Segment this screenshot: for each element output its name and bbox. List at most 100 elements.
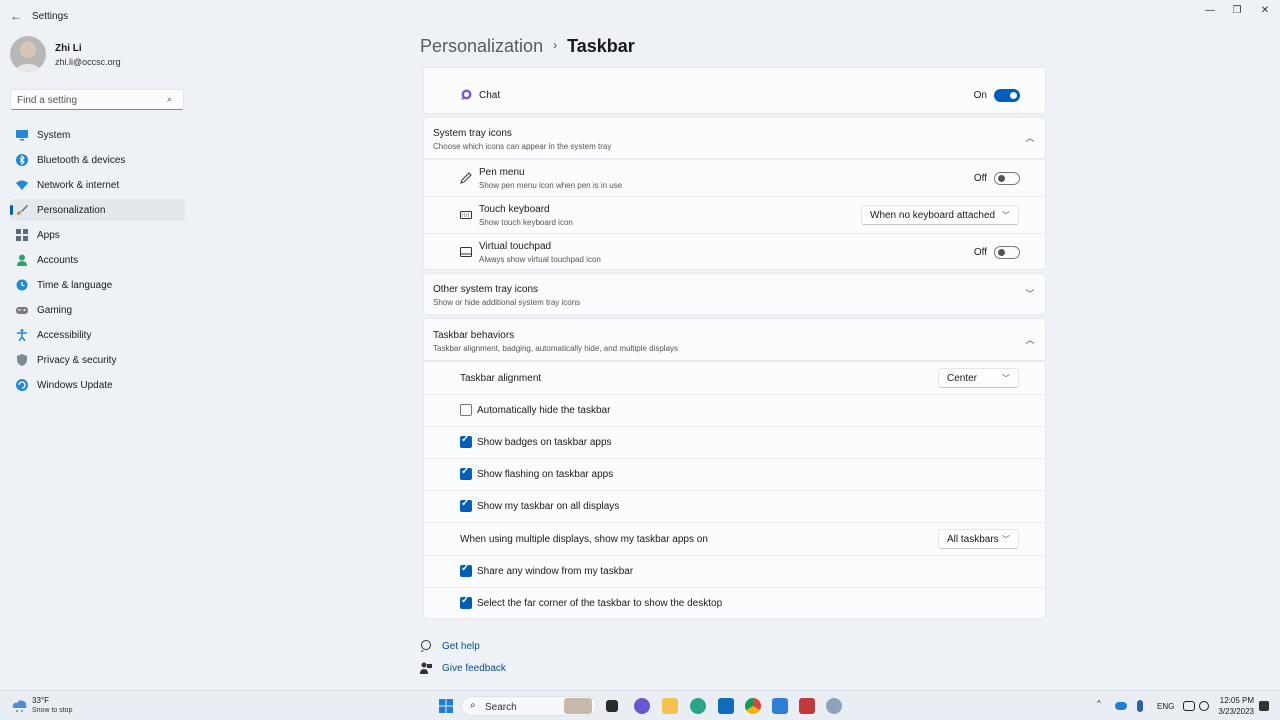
windows-start-icon[interactable] [438, 698, 454, 714]
chat-toggle[interactable] [994, 89, 1020, 102]
other-tray-icons-header[interactable]: Other system tray icons Show or hide add… [423, 273, 1046, 315]
chat-icon [461, 89, 472, 100]
notification-icon[interactable] [1259, 701, 1269, 711]
sidebar-item-accessibility[interactable]: Accessibility [10, 324, 185, 346]
chevron-down-icon: ﹀ [1002, 374, 1010, 383]
photos-icon[interactable] [772, 698, 788, 714]
chat-toggle-state: On [973, 90, 987, 101]
all-displays-label: Show my taskbar on all displays [477, 501, 620, 512]
badges-checkbox[interactable] [460, 434, 472, 448]
task-view-icon[interactable] [606, 700, 618, 712]
microphone-icon[interactable] [1137, 700, 1143, 712]
chat-row: Chat On [423, 67, 1046, 114]
behaviors-subtitle: Taskbar alignment, badging, automaticall… [433, 344, 679, 353]
touchpad-icon [460, 247, 472, 257]
settings-gear-icon[interactable] [826, 698, 842, 714]
breadcrumb-parent[interactable]: Personalization [420, 36, 543, 56]
far-corner-row: Select the far corner of the taskbar to … [423, 587, 1046, 619]
onedrive-icon[interactable] [1115, 702, 1127, 710]
avatar [10, 36, 46, 72]
alignment-dropdown[interactable]: Center ﹀ [938, 368, 1019, 388]
system-tray-header[interactable]: System tray icons Choose which icons can… [423, 117, 1046, 159]
sidebar-item-network[interactable]: Network & internet [10, 174, 185, 196]
search-icon[interactable]: ⌕ [167, 94, 177, 104]
badges-row: Show badges on taskbar apps [423, 426, 1046, 458]
touch-keyboard-dropdown[interactable]: When no keyboard attached ﹀ [861, 205, 1019, 225]
volume-icon[interactable] [1199, 701, 1209, 711]
minimize-button[interactable]: — [1199, 4, 1221, 18]
touch-keyboard-row: Touch keyboard Show touch keyboard icon … [423, 196, 1046, 233]
auto-hide-label: Automatically hide the taskbar [477, 405, 611, 416]
share-window-checkbox[interactable] [460, 563, 472, 577]
all-displays-checkbox[interactable] [460, 498, 472, 512]
sidebar-item-label: Gaming [37, 305, 73, 316]
chevron-up-icon[interactable]: ︿ [1025, 133, 1035, 143]
sidebar-item-privacy[interactable]: Privacy & security [10, 349, 185, 371]
brush-icon [17, 205, 28, 215]
taskbar-behaviors-header[interactable]: Taskbar behaviors Taskbar alignment, bad… [423, 318, 1046, 361]
multi-display-dropdown[interactable]: All taskbars ﹀ [938, 529, 1019, 549]
alignment-label: Taskbar alignment [460, 373, 542, 384]
far-corner-checkbox[interactable] [460, 595, 472, 609]
virtual-touchpad-toggle[interactable] [994, 246, 1020, 259]
file-explorer-icon[interactable] [662, 698, 678, 714]
sidebar-item-accounts[interactable]: Accounts [10, 249, 185, 271]
back-arrow-icon[interactable]: ← [8, 8, 24, 24]
network-icon[interactable] [1183, 701, 1195, 711]
taskbar-alignment-row: Taskbar alignment Center ﹀ [423, 361, 1046, 394]
maximize-button[interactable]: ❐ [1226, 4, 1248, 18]
virtual-touchpad-row: Virtual touchpad Always show virtual tou… [423, 233, 1046, 270]
feedback-icon [420, 662, 432, 674]
flashing-row: Show flashing on taskbar apps [423, 458, 1046, 490]
sidebar-item-gaming[interactable]: Gaming [10, 299, 185, 321]
pen-menu-row: Pen menu Show pen menu icon when pen is … [423, 159, 1046, 196]
user-profile[interactable]: Zhi Li zhi.li@occsc.org [10, 36, 190, 76]
dropdown-value: Center [947, 373, 978, 384]
sidebar-item-time-language[interactable]: Time & language [10, 274, 185, 296]
help-icon [421, 640, 431, 652]
wifi-icon [16, 180, 28, 190]
auto-hide-checkbox[interactable] [460, 404, 472, 416]
chevron-down-icon: ﹀ [1002, 535, 1010, 544]
bluetooth-icon [16, 154, 28, 166]
auto-hide-row: Automatically hide the taskbar [423, 394, 1046, 426]
far-corner-label: Select the far corner of the taskbar to … [477, 598, 723, 609]
chevron-down-icon: ﹀ [1002, 211, 1010, 220]
pen-menu-subtitle: Show pen menu icon when pen is in use [479, 181, 623, 190]
chevron-up-icon[interactable]: ︿ [1025, 335, 1035, 345]
widgets-icon[interactable] [564, 698, 592, 714]
sidebar-item-system[interactable]: System [10, 124, 185, 146]
tray-overflow-chevron-icon[interactable]: ^ [1097, 699, 1101, 708]
sidebar-item-personalization[interactable]: Personalization [10, 199, 185, 221]
chat-app-icon[interactable] [634, 698, 650, 714]
apps-icon [16, 229, 28, 241]
search-input[interactable] [11, 91, 161, 110]
sidebar-item-windows-update[interactable]: Windows Update [10, 374, 185, 396]
sidebar-nav: System Bluetooth & devices Network & int… [10, 124, 185, 399]
snipping-tool-icon[interactable] [799, 698, 815, 714]
sidebar-item-apps[interactable]: Apps [10, 224, 185, 246]
share-window-label: Share any window from my taskbar [477, 566, 634, 577]
touch-keyboard-subtitle: Show touch keyboard icon [479, 218, 573, 227]
chevron-down-icon[interactable]: ﹀ [1025, 289, 1035, 299]
flashing-checkbox[interactable] [460, 466, 472, 480]
shield-icon [17, 354, 27, 366]
other-tray-subtitle: Show or hide additional system tray icon… [433, 298, 581, 307]
search-box: ⌕ [10, 89, 184, 110]
chrome-icon[interactable] [745, 698, 761, 714]
snow-weather-icon[interactable] [12, 699, 28, 713]
give-feedback-link[interactable]: Give feedback [442, 663, 506, 674]
sidebar-item-bluetooth[interactable]: Bluetooth & devices [10, 149, 185, 171]
close-button[interactable]: ✕ [1254, 4, 1276, 18]
outlook-icon[interactable] [718, 698, 734, 714]
get-help-link[interactable]: Get help [442, 641, 480, 652]
sidebar-item-label: Network & internet [37, 180, 120, 191]
virtual-touchpad-title: Virtual touchpad [479, 241, 552, 252]
clock-time[interactable]: 12:05 PM [1218, 696, 1254, 705]
system-tray-title: System tray icons [433, 128, 512, 139]
pen-menu-toggle[interactable] [994, 172, 1020, 185]
edge-icon[interactable] [690, 698, 706, 714]
clock-date[interactable]: 3/23/2023 [1218, 707, 1254, 716]
language-indicator[interactable]: ENG [1157, 702, 1174, 711]
sidebar-item-label: Accounts [37, 255, 79, 266]
